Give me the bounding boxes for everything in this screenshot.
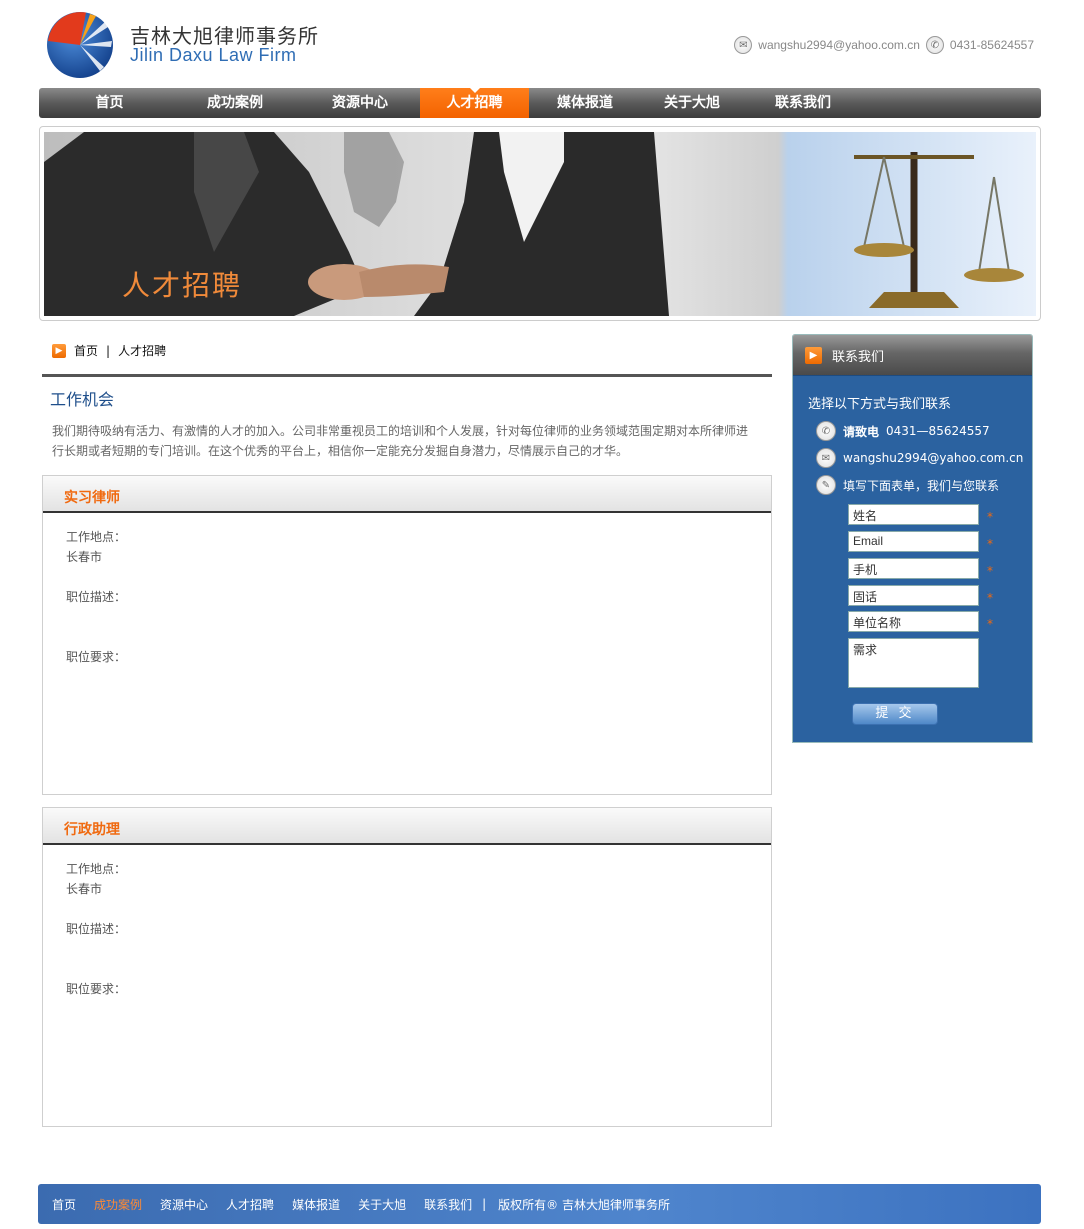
brand-name-en: Jilin Daxu Law Firm: [130, 45, 297, 65]
nav-item-about[interactable]: 关于大旭: [641, 88, 743, 118]
arrow-right-icon: ▶: [805, 346, 822, 364]
job-location-label: 工作地点：: [66, 862, 127, 876]
landline-field[interactable]: 固话: [848, 585, 979, 606]
job-location: 长春市: [66, 550, 103, 564]
header-contact: ✉ wangshu2994@yahoo.com.cn ✆ 0431-856245…: [734, 36, 1034, 54]
section-divider: [42, 374, 772, 377]
header-phone: 0431-85624557: [949, 38, 1034, 52]
nav-item-resources[interactable]: 资源中心: [300, 88, 420, 118]
header-email[interactable]: wangshu2994@yahoo.com.cn: [758, 38, 920, 52]
footer-link-contact[interactable]: 联系我们: [424, 1196, 472, 1213]
required-mark: *: [987, 591, 993, 605]
logo-icon[interactable]: [46, 11, 114, 79]
required-mark: *: [987, 564, 993, 578]
job-location: 长春市: [66, 882, 103, 896]
mobile-field[interactable]: 手机: [848, 558, 979, 579]
footer-link-cases[interactable]: 成功案例: [94, 1196, 142, 1213]
sidebar-email[interactable]: wangshu2994@yahoo.com.cn: [843, 451, 1023, 465]
mail-icon: ✉: [816, 448, 836, 468]
sidebar-phone: 0431—85624557: [886, 424, 990, 438]
banner-image: 人才招聘: [44, 132, 1036, 316]
sidebar-form-label: 填写下面表单，我们与您联系: [843, 478, 1000, 493]
nav-item-media[interactable]: 媒体报道: [529, 88, 641, 118]
job-card: 实习律师 工作地点： 长春市 职位描述： 职位要求：: [42, 475, 772, 795]
sidebar-phone-row: ✆ 请致电 0431—85624557: [816, 421, 990, 441]
main-nav: 首页 成功案例 资源中心 人才招聘 媒体报道 关于大旭 联系我们: [39, 88, 1041, 118]
footer-link-home[interactable]: 首页: [52, 1196, 76, 1213]
section-title: 工作机会: [50, 390, 115, 409]
job-requirements-label: 职位要求：: [66, 982, 127, 996]
mail-icon: ✉: [734, 36, 753, 54]
footer-link-resources[interactable]: 资源中心: [160, 1196, 208, 1213]
sidebar-header: ▶ 联系我们: [793, 335, 1032, 375]
intro-text: 我们期待吸纳有活力、有激情的人才的加入。公司非常重视员工的培训和个人发展，针对每…: [52, 424, 749, 458]
job-location-label: 工作地点：: [66, 530, 127, 544]
required-mark: *: [987, 617, 993, 631]
footer-separator: |: [482, 1197, 487, 1211]
breadcrumb-home[interactable]: 首页: [74, 342, 98, 359]
job-card: 行政助理 工作地点： 长春市 职位描述： 职位要求：: [42, 807, 772, 1127]
nav-item-home[interactable]: 首页: [71, 88, 148, 118]
pencil-icon: ✎: [816, 475, 836, 495]
job-description-label: 职位描述：: [66, 922, 127, 936]
required-mark: *: [987, 537, 993, 551]
site-footer: 首页 成功案例 资源中心 人才招聘 媒体报道 关于大旭 联系我们 | 版权所有®…: [38, 1184, 1041, 1224]
footer-link-about[interactable]: 关于大旭: [358, 1196, 406, 1213]
job-title: 行政助理: [64, 822, 120, 838]
breadcrumb: ▶ 首页 | 人才招聘: [52, 342, 166, 359]
nav-item-cases[interactable]: 成功案例: [170, 88, 300, 118]
sidebar-intro: 选择以下方式与我们联系: [808, 397, 952, 412]
required-mark: *: [987, 510, 993, 524]
nav-item-careers[interactable]: 人才招聘: [420, 88, 529, 118]
job-card-body: 工作地点： 长春市 职位描述： 职位要求：: [43, 845, 771, 999]
sidebar-form-row: ✎ 填写下面表单，我们与您联系: [816, 475, 999, 495]
name-field[interactable]: 姓名: [848, 504, 979, 525]
nav-item-contact[interactable]: 联系我们: [743, 88, 863, 118]
footer-copyright: 版权所有® 吉林大旭律师事务所: [498, 1197, 670, 1212]
footer-link-careers[interactable]: 人才招聘: [226, 1196, 274, 1213]
job-card-header: 实习律师: [43, 476, 771, 513]
sidebar-phone-label: 请致电: [843, 424, 880, 439]
company-field[interactable]: 单位名称: [848, 611, 979, 632]
breadcrumb-current: 人才招聘: [118, 344, 167, 358]
job-title: 实习律师: [64, 490, 120, 506]
footer-link-media[interactable]: 媒体报道: [292, 1196, 340, 1213]
phone-icon: ✆: [816, 421, 836, 441]
sidebar-body: 选择以下方式与我们联系 ✆ 请致电 0431—85624557 ✉ wangsh…: [793, 375, 1032, 742]
job-card-header: 行政助理: [43, 808, 771, 845]
contact-sidebar: ▶ 联系我们 选择以下方式与我们联系 ✆ 请致电 0431—85624557 ✉…: [792, 334, 1033, 743]
sidebar-title: 联系我们: [832, 349, 885, 365]
sidebar-email-row: ✉ wangshu2994@yahoo.com.cn: [816, 448, 1023, 468]
email-field[interactable]: Email: [848, 531, 979, 552]
banner-title: 人才招聘: [122, 269, 243, 302]
site-header: 吉林大旭律师事务所 Jilin Daxu Law Firm ✉ wangshu2…: [0, 0, 1084, 88]
job-requirements-label: 职位要求：: [66, 650, 127, 664]
job-description-label: 职位描述：: [66, 590, 127, 604]
breadcrumb-separator: |: [106, 343, 111, 358]
arrow-right-icon: ▶: [52, 343, 66, 358]
phone-icon: ✆: [925, 36, 944, 54]
submit-button[interactable]: 提 交: [852, 703, 938, 725]
banner-frame: 人才招聘: [39, 126, 1041, 321]
job-card-body: 工作地点： 长春市 职位描述： 职位要求：: [43, 513, 771, 667]
requirements-textarea[interactable]: 需求: [848, 638, 979, 688]
